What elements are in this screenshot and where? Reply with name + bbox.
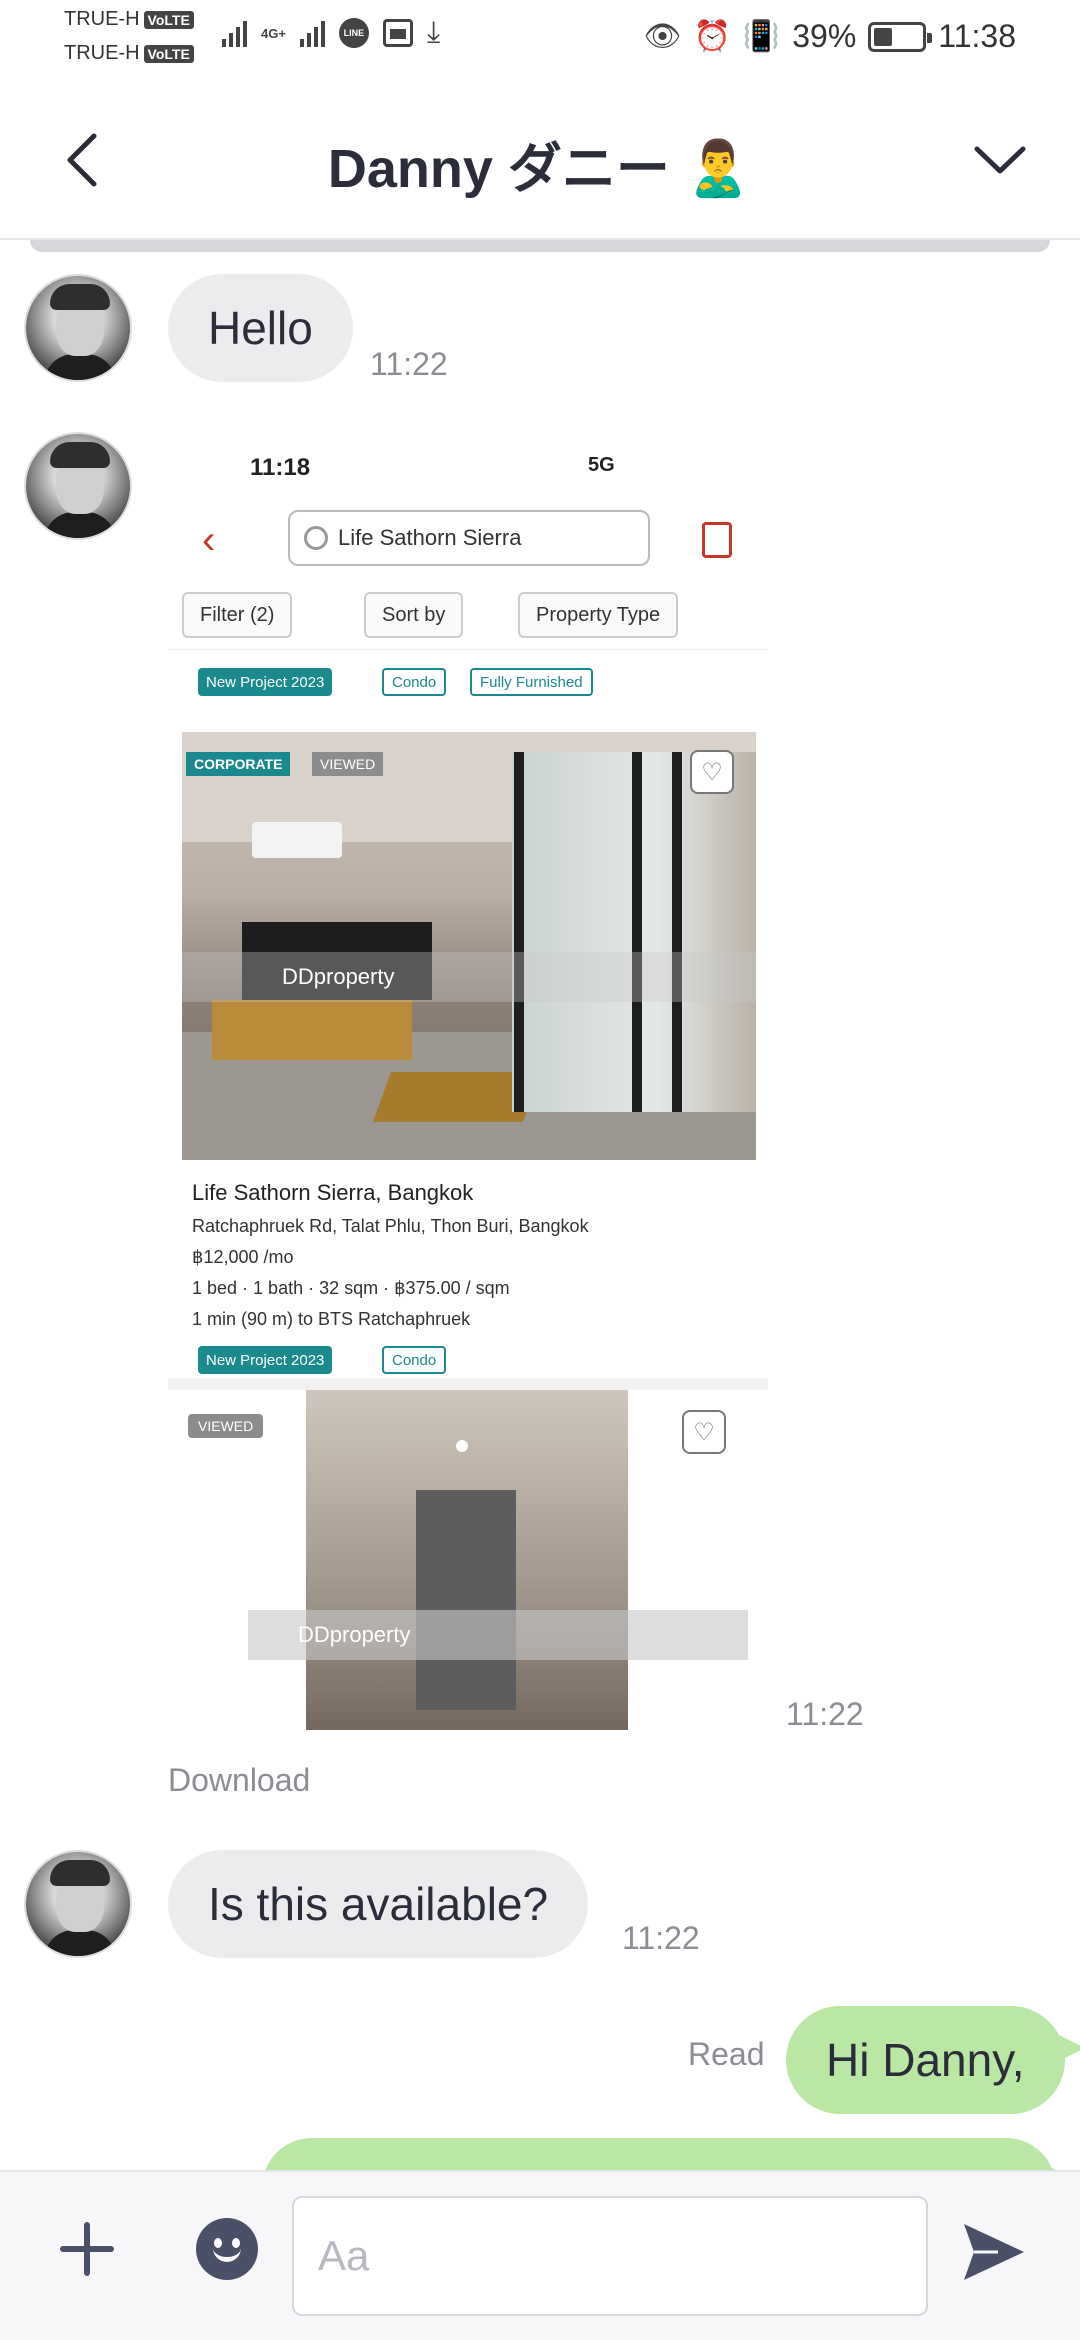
- battery-icon: [868, 21, 933, 52]
- avatar[interactable]: [24, 432, 132, 540]
- chat-menu-button[interactable]: [960, 120, 1040, 200]
- download-icon: ⤓: [426, 16, 441, 49]
- image-tag: New Project 2023: [198, 668, 333, 696]
- signal-icon-2: [299, 19, 325, 47]
- calendar-icon: [382, 19, 413, 47]
- image-watermark-2: DDproperty: [248, 1610, 748, 1660]
- image-filter-row: Filter (2) Sort by Property Type: [168, 580, 768, 650]
- avatar[interactable]: [24, 1850, 132, 1958]
- message-time: 11:22: [622, 1920, 700, 1956]
- message-bubble-availability[interactable]: Is this available?: [168, 1850, 589, 1958]
- status-bar: TRUE-H VoLTE TRUE-H VoLTE 4G+ LINE ⤓ 👁 ⏰ 📳…: [0, 0, 1080, 80]
- shared-screenshot-image[interactable]: 11:18 5G ‹ Life Sathorn Sierra Filter (2…: [168, 430, 768, 1730]
- image-status-time: 11:18: [250, 454, 311, 481]
- image-listing-specs: 1 bed · 1 bath · 32 sqm · ฿375.00 / sqm: [192, 1278, 510, 1298]
- image-listing-address: Ratchaphruek Rd, Talat Phlu, Thon Buri, …: [192, 1216, 589, 1236]
- alarm-icon: ⏰: [693, 20, 731, 53]
- image-sort-chip: Sort by: [364, 592, 464, 638]
- image-viewed-badge: VIEWED: [312, 752, 384, 776]
- image-listing-details: Life Sathorn Sierra, Bangkok Ratchaphrue…: [192, 1180, 752, 1340]
- carrier-name-2: TRUE-H: [64, 42, 140, 64]
- volte-badge-1: VoLTE: [143, 10, 194, 29]
- carrier-label-2: TRUE-H VoLTE: [64, 42, 194, 65]
- plus-icon[interactable]: [54, 2216, 120, 2282]
- status-icons-right: 👁 ⏰ 📳 39% 11:38: [643, 18, 1016, 55]
- volte-badge-2: VoLTE: [143, 44, 194, 63]
- image-listing-name: Life Sathorn Sierra, Bangkok: [192, 1180, 474, 1205]
- image-watermark: DDproperty: [182, 952, 756, 1002]
- emoji-icon[interactable]: [196, 2218, 258, 2280]
- eye-icon: 👁: [643, 20, 682, 53]
- send-icon: [964, 2224, 1024, 2280]
- image-tag: New Project 2023: [198, 1346, 333, 1374]
- image-search-text: Life Sathorn Sierra: [338, 525, 522, 550]
- image-favorite-icon: ♡: [690, 750, 734, 794]
- status-icons-left: 4G+ LINE ⤓: [222, 18, 440, 48]
- image-property-type-chip: Property Type: [518, 592, 679, 638]
- image-tag: Condo: [382, 668, 447, 696]
- battery-fill: [874, 27, 893, 46]
- image-search-field: Life Sathorn Sierra: [288, 510, 650, 566]
- vibrate-icon: 📳: [742, 20, 781, 53]
- image-listing-price: ฿12,000 /mo: [192, 1247, 294, 1267]
- image-favorite-icon-2: ♡: [682, 1410, 726, 1454]
- image-listing-transit: 1 min (90 m) to BTS Ratchaphruek: [192, 1309, 471, 1329]
- chat-header: Danny ダニー 🙎‍♂️: [0, 80, 1080, 240]
- image-nav-bar: ‹ Life Sathorn Sierra: [168, 500, 768, 580]
- network-type-label: 4G+: [261, 25, 286, 41]
- message-text: Hello: [208, 302, 313, 354]
- my-message-bubble[interactable]: Hi Danny,: [786, 2006, 1080, 2114]
- send-button[interactable]: [958, 2216, 1030, 2288]
- battery-percent: 39%: [792, 18, 857, 54]
- chat-title[interactable]: Danny ダニー 🙎‍♂️: [0, 124, 1080, 203]
- chevron-down-icon: [974, 146, 1026, 174]
- image-listing-card-2: VIEWED ♡ DDproperty: [168, 1390, 768, 1730]
- image-corporate-badge: CORPORATE: [186, 752, 291, 776]
- message-text: Hi Danny,: [826, 2034, 1025, 2086]
- avatar[interactable]: [24, 274, 132, 382]
- image-tag-row-2: New Project 2023 Condo: [168, 1340, 768, 1380]
- image-tag: Condo: [382, 1346, 447, 1374]
- clock: 11:38: [938, 18, 1016, 54]
- image-tag-row-1: New Project 2023 Condo Fully Furnished: [168, 662, 768, 702]
- announcement-strip: [30, 240, 1050, 252]
- image-filter-chip: Filter (2): [182, 592, 293, 638]
- image-viewed-badge-2: VIEWED: [188, 1414, 264, 1438]
- carrier-name-1: TRUE-H: [64, 8, 140, 30]
- message-bubble-hello[interactable]: Hello: [168, 274, 353, 382]
- message-input-bar: [0, 2170, 1080, 2340]
- carrier-label-1: TRUE-H VoLTE: [64, 8, 194, 31]
- image-listing-photo-2: [306, 1390, 628, 1730]
- image-listing-photo-1: DDproperty CORPORATE VIEWED ♡: [182, 732, 756, 1160]
- message-input[interactable]: [292, 2196, 928, 2316]
- image-tag: Fully Furnished: [470, 668, 593, 696]
- message-time: 11:22: [786, 1696, 864, 1732]
- signal-icon: [222, 19, 247, 47]
- line-app-icon: LINE: [338, 18, 369, 48]
- line-app-label: LINE: [343, 28, 365, 38]
- message-text: Is this available?: [208, 1878, 549, 1930]
- image-map-icon: [702, 522, 732, 558]
- image-back-icon: ‹: [202, 518, 216, 562]
- image-status-bar: 11:18 5G: [168, 430, 768, 500]
- image-status-network: 5G: [588, 454, 615, 476]
- message-time: 11:22: [370, 346, 448, 382]
- read-receipt: Read: [688, 2036, 765, 2072]
- download-link[interactable]: Download: [168, 1762, 310, 1799]
